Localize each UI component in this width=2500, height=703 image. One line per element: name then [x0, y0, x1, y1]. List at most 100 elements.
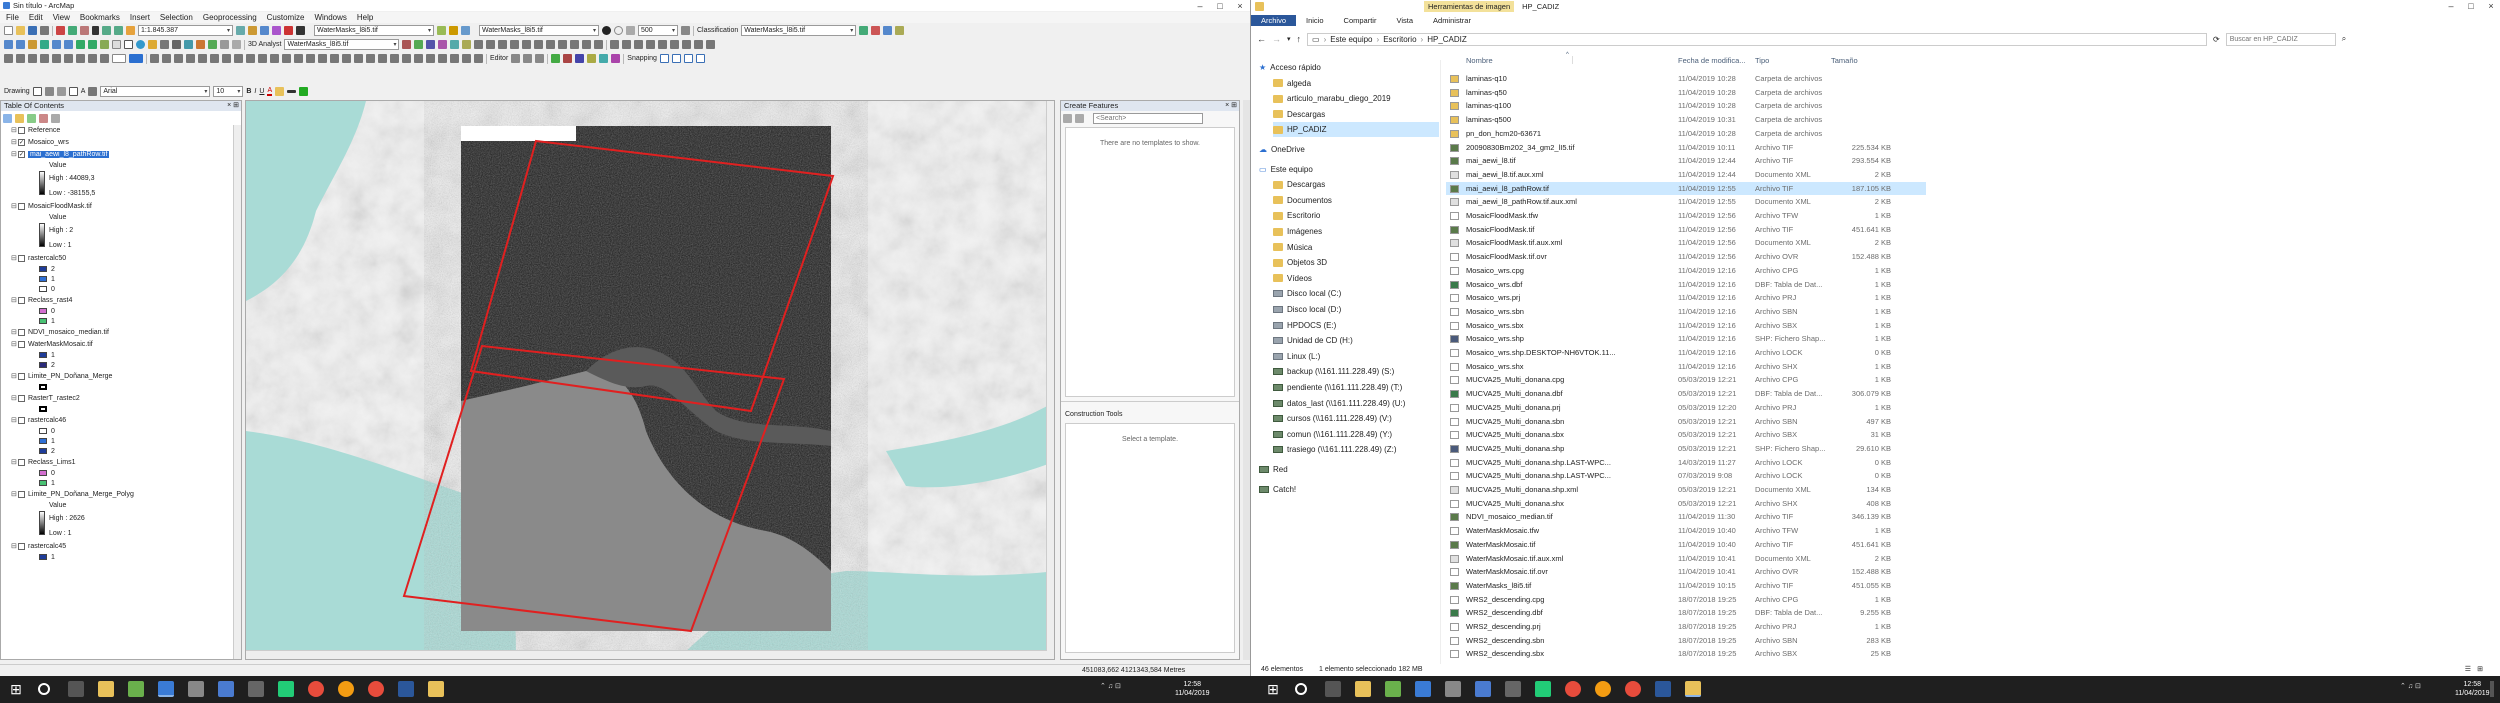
explorer-maximize-icon[interactable]: □ — [2461, 1, 2481, 11]
layer-visibility-checkbox[interactable] — [18, 340, 25, 348]
firefox-task-icon-2[interactable] — [1595, 681, 1611, 697]
file-row[interactable]: MUCVA25_Multi_donana.sbx 05/03/2019 12:21… — [1446, 428, 1926, 442]
map-vertical-scrollbar[interactable] — [1046, 101, 1054, 651]
expand-icon[interactable]: ⊟ — [11, 150, 18, 158]
georef-1-icon[interactable] — [150, 54, 159, 63]
ribbon-tab-2[interactable]: Compartir — [1334, 15, 1387, 26]
toc-layer[interactable]: ⊟ Reclass_rast4 — [1, 295, 72, 305]
layout-5-icon[interactable] — [599, 54, 609, 63]
file-row[interactable]: Mosaico_wrs.shp.DESKTOP-NH6VTOK.11... 11/… — [1446, 346, 1926, 360]
menu-customize[interactable]: Customize — [267, 13, 305, 22]
layer-visibility-checkbox[interactable]: ✓ — [18, 138, 25, 146]
nav-item[interactable]: algeda — [1273, 76, 1439, 91]
transparency-icon[interactable] — [461, 26, 470, 35]
list-by-source-icon[interactable] — [15, 113, 24, 123]
toc-window-icon[interactable] — [248, 26, 257, 35]
georef-19-icon[interactable] — [366, 54, 375, 63]
bold-button[interactable]: B — [246, 88, 251, 95]
drawing-menu[interactable]: Drawing — [4, 88, 30, 95]
expand-icon[interactable]: ⊟ — [11, 202, 18, 210]
training-manager-icon[interactable] — [871, 26, 881, 35]
breadcrumb-item[interactable]: HP_CADIZ — [1427, 35, 1467, 44]
chrome-task-icon-2[interactable] — [1625, 681, 1641, 697]
nav-item[interactable]: backup (\\161.111.228.49) (S:) — [1273, 364, 1439, 379]
nav-item[interactable]: Escritorio — [1273, 208, 1439, 223]
file-row[interactable]: Mosaico_wrs.dbf 11/04/2019 12:16 DBF: Tabl… — [1446, 278, 1926, 292]
skyline-icon[interactable] — [594, 40, 604, 49]
tray-icons-2[interactable]: ⌃ ♫ ⊡ — [2400, 682, 2421, 690]
list-by-visibility-icon[interactable] — [27, 113, 36, 123]
file-row[interactable]: Mosaico_wrs.sbx 11/04/2019 12:16 Archivo S… — [1446, 319, 1926, 333]
file-row[interactable]: laminas-q100 11/04/2019 10:28 Carpeta de a… — [1446, 99, 1926, 113]
explorer-search-input[interactable] — [2225, 32, 2336, 46]
toc-layer[interactable]: ⊟ rastercalc46 — [1, 415, 66, 425]
georef-10-icon[interactable] — [258, 54, 267, 63]
file-row[interactable]: NDVI_mosaico_median.tif 11/04/2019 11:30 A… — [1446, 510, 1926, 524]
editor-toolbar-icon[interactable] — [236, 26, 245, 35]
sketch-icon[interactable] — [88, 54, 97, 63]
task-view-icon-2[interactable] — [1325, 681, 1341, 697]
notes-task-icon-2[interactable] — [1535, 681, 1551, 697]
file-row[interactable]: 20090830Bm202_34_gm2_lI5.tif 11/04/2019 1… — [1446, 141, 1926, 155]
map-view[interactable] — [245, 100, 1055, 660]
attributes-icon[interactable] — [76, 54, 85, 63]
expand-icon[interactable]: ⊟ — [11, 372, 18, 380]
print-icon[interactable] — [40, 26, 49, 35]
georef-18-icon[interactable] — [354, 54, 363, 63]
back-extent-icon[interactable] — [76, 40, 85, 49]
geo-tool-2-icon[interactable] — [622, 40, 632, 49]
column-type[interactable]: Tipo — [1755, 56, 1769, 65]
nav-item[interactable]: pendiente (\\161.111.228.49) (T:) — [1273, 380, 1439, 395]
toc-layer[interactable]: ⊟ WaterMaskMosaic.tif — [1, 339, 93, 349]
menu-bookmarks[interactable]: Bookmarks — [80, 13, 120, 22]
contrast-icon[interactable] — [602, 26, 611, 35]
arccatalog-task-icon[interactable] — [188, 681, 204, 697]
menu-geoprocessing[interactable]: Geoprocessing — [203, 13, 257, 22]
search-window-icon[interactable] — [272, 26, 281, 35]
folder-task-icon[interactable] — [428, 681, 444, 697]
expand-icon[interactable]: ⊟ — [11, 254, 18, 262]
fixed-zoom-in-icon[interactable] — [52, 40, 61, 49]
menu-help[interactable]: Help — [357, 13, 373, 22]
file-row[interactable]: MUCVA25_Multi_donana.shp.xml 05/03/2019 1… — [1446, 483, 1926, 497]
georef-17-icon[interactable] — [342, 54, 351, 63]
editor-label[interactable]: Editor — [490, 55, 508, 62]
menu-selection[interactable]: Selection — [160, 13, 193, 22]
toc-layer[interactable]: ⊟ NDVI_mosaico_median.tif — [1, 327, 109, 337]
toc-scrollbar[interactable] — [233, 125, 241, 659]
windows-start-icon[interactable]: ⊞ — [8, 681, 24, 697]
edit-vertices-icon[interactable] — [88, 87, 98, 96]
notes-task-icon[interactable] — [278, 681, 294, 697]
line-color-icon[interactable] — [287, 90, 297, 93]
forward-extent-icon[interactable] — [88, 40, 97, 49]
show-desktop-button[interactable] — [2490, 681, 2494, 697]
classification-layer-combo[interactable]: WaterMasks_l8i5.tif — [741, 25, 857, 36]
list-by-drawing-order-icon[interactable] — [3, 113, 12, 123]
file-row[interactable]: Mosaico_wrs.prj 11/04/2019 12:16 Archivo P… — [1446, 291, 1926, 305]
nav-item[interactable]: Música — [1273, 240, 1439, 255]
full-extent-icon[interactable] — [40, 40, 49, 49]
create-features-close-icon[interactable]: × ⊞ — [1225, 101, 1237, 109]
column-divider[interactable] — [1572, 56, 1573, 64]
nav-item[interactable]: Descargas — [1273, 177, 1439, 192]
identify-icon[interactable] — [136, 40, 145, 49]
file-row[interactable]: MUCVA25_Multi_donana.prj 05/03/2019 12:20… — [1446, 401, 1926, 415]
georef-8-icon[interactable] — [234, 54, 243, 63]
layout-4-icon[interactable] — [587, 54, 597, 63]
menu-windows[interactable]: Windows — [314, 13, 346, 22]
layout-3-icon[interactable] — [575, 54, 585, 63]
layer-combo-2[interactable]: WaterMasks_l8i5.tif — [479, 25, 599, 36]
georef-23-icon[interactable] — [414, 54, 423, 63]
paste-icon[interactable] — [80, 26, 89, 35]
export-icon[interactable] — [895, 26, 905, 35]
clock-2[interactable]: 12:58 11/04/2019 — [2455, 680, 2490, 698]
expand-icon[interactable]: ⊟ — [11, 416, 18, 424]
nav-item[interactable]: Unidad de CD (H:) — [1273, 333, 1439, 348]
file-row[interactable]: Mosaico_wrs.shx 11/04/2019 12:16 Archivo S… — [1446, 360, 1926, 374]
font-name-combo[interactable]: Arial — [100, 86, 211, 97]
file-row[interactable]: MosaicFloodMask.tif 11/04/2019 12:56 Archi… — [1446, 223, 1926, 237]
nav-item[interactable]: Disco local (D:) — [1273, 302, 1439, 317]
steepest-path-icon[interactable] — [414, 40, 424, 49]
rectangle-icon[interactable] — [68, 87, 78, 96]
layer-visibility-checkbox[interactable] — [18, 416, 25, 424]
